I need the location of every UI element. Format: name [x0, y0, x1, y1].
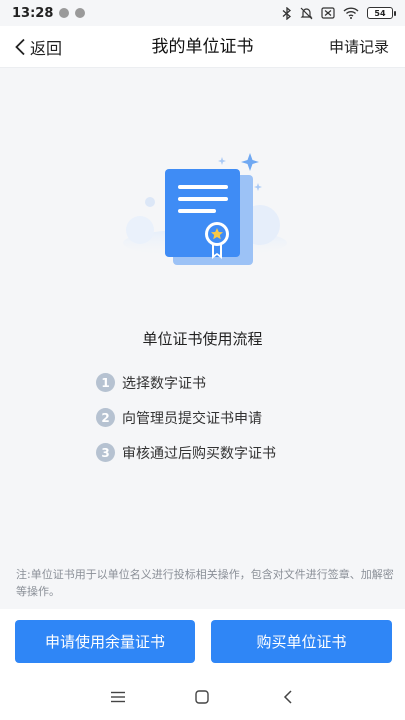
back-label: 返回 — [30, 39, 63, 58]
certificate-illustration — [123, 153, 287, 265]
process-step: 3 审核通过后购买数字证书 — [96, 435, 276, 470]
status-time: 13:28 — [12, 5, 54, 21]
step-number-badge: 1 — [96, 373, 115, 392]
step-number-badge: 3 — [96, 443, 115, 462]
application-records-link[interactable]: 申请记录 — [329, 26, 389, 68]
notification-dot-icon — [75, 8, 86, 18]
back-nav-icon[interactable] — [276, 685, 300, 709]
step-text: 向管理员提交证书申请 — [122, 410, 262, 427]
step-text: 选择数字证书 — [122, 375, 206, 392]
header: 返回 我的单位证书 申请记录 — [0, 26, 405, 68]
notification-dot-icon — [59, 8, 70, 18]
status-bar: 13:28 54 — [0, 0, 405, 26]
process-step: 1 选择数字证书 — [96, 365, 276, 400]
buy-certificate-button[interactable]: 购买单位证书 — [211, 620, 392, 663]
battery-icon: 54 — [367, 7, 396, 19]
home-icon[interactable] — [190, 685, 214, 709]
process-title: 单位证书使用流程 — [142, 330, 263, 348]
process-step: 2 向管理员提交证书申请 — [96, 400, 276, 435]
mute-bell-icon — [300, 7, 313, 19]
bottom-action-bar: 申请使用余量证书 购买单位证书 — [0, 609, 405, 675]
system-nav-bar — [0, 675, 405, 720]
certificate-note: 注:单位证书用于以单位名义进行投标相关操作，包含对文件进行签章、加解密等操作。 — [16, 568, 394, 598]
step-text: 审核通过后购买数字证书 — [122, 445, 276, 462]
menu-icon[interactable] — [106, 685, 130, 709]
chevron-left-icon — [15, 38, 25, 56]
wifi-icon — [343, 7, 359, 19]
process-steps: 1 选择数字证书 2 向管理员提交证书申请 3 审核通过后购买数字证书 — [96, 365, 276, 470]
back-button[interactable]: 返回 — [14, 26, 62, 68]
step-number-badge: 2 — [96, 408, 115, 427]
bluetooth-icon — [282, 6, 292, 20]
apply-remaining-certificate-button[interactable]: 申请使用余量证书 — [15, 620, 195, 663]
status-left: 13:28 — [12, 5, 86, 21]
battery-level: 54 — [374, 8, 386, 18]
status-right: 54 — [282, 6, 396, 20]
sim-none-icon — [321, 7, 335, 19]
